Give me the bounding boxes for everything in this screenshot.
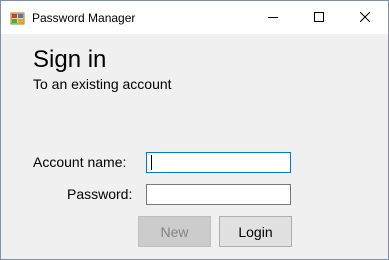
login-button[interactable]: Login	[219, 216, 292, 247]
account-name-input[interactable]	[146, 152, 291, 173]
minimize-icon	[268, 9, 278, 27]
close-icon	[359, 9, 371, 27]
password-label: Password:	[67, 186, 133, 202]
sign-in-subheading: To an existing account	[33, 76, 172, 92]
text-caret	[151, 155, 152, 170]
title-bar[interactable]: Password Manager	[1, 1, 388, 34]
app-window: Password Manager Sign in To an existing …	[0, 0, 389, 260]
account-name-label: Account name:	[33, 154, 127, 170]
password-manager-app-icon	[10, 10, 26, 26]
close-button[interactable]	[342, 1, 388, 34]
new-button[interactable]: New	[138, 216, 211, 247]
password-input[interactable]	[146, 184, 291, 205]
maximize-icon	[314, 9, 324, 27]
minimize-button[interactable]	[250, 1, 296, 34]
window-title: Password Manager	[32, 11, 136, 25]
sign-in-heading: Sign in	[33, 46, 107, 73]
maximize-button[interactable]	[296, 1, 342, 34]
